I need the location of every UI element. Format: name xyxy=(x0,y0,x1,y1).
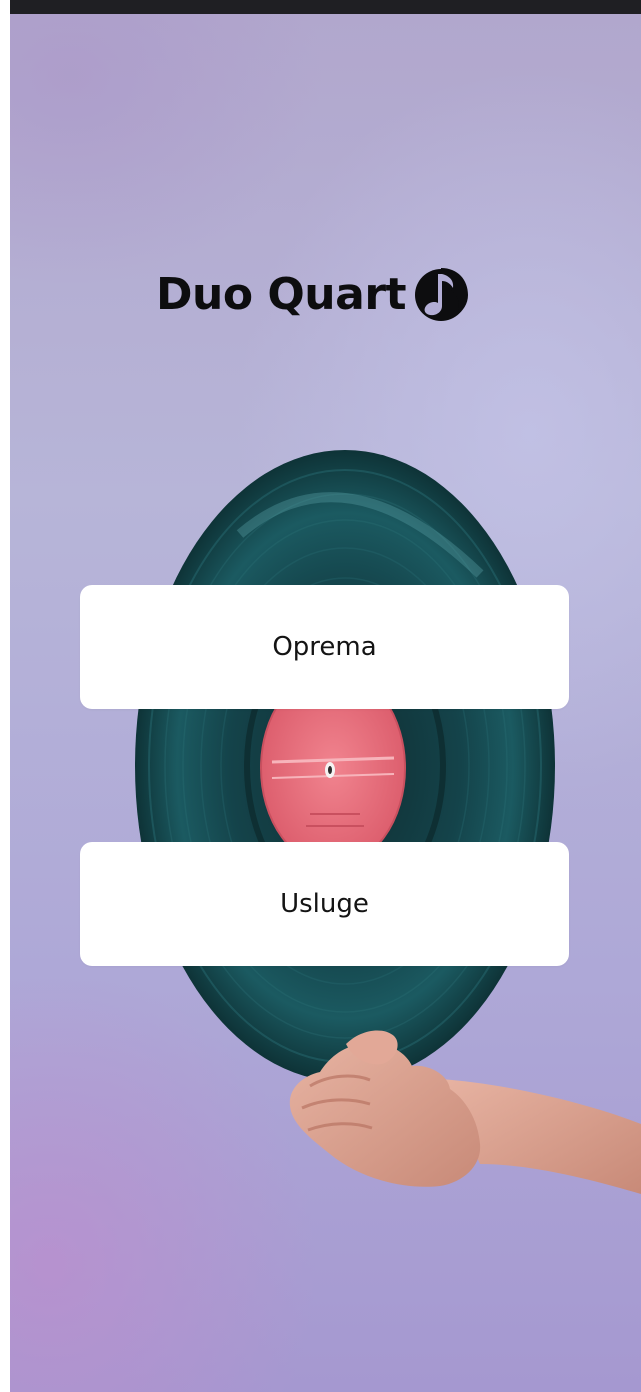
home-screen: Duo Quart Oprema Usluge xyxy=(10,14,641,1392)
oprema-button-label: Oprema xyxy=(272,632,377,662)
status-bar xyxy=(0,0,641,14)
brand-logo: Duo Quart xyxy=(156,262,474,328)
window-frame xyxy=(0,0,10,1392)
oprema-button[interactable]: Oprema xyxy=(80,585,569,709)
usluge-button[interactable]: Usluge xyxy=(80,842,569,966)
music-note-icon xyxy=(415,268,469,321)
brand-name: Duo Quart xyxy=(156,269,407,320)
usluge-button-label: Usluge xyxy=(280,889,369,919)
app-screen: Duo Quart Oprema Usluge xyxy=(0,0,641,1392)
